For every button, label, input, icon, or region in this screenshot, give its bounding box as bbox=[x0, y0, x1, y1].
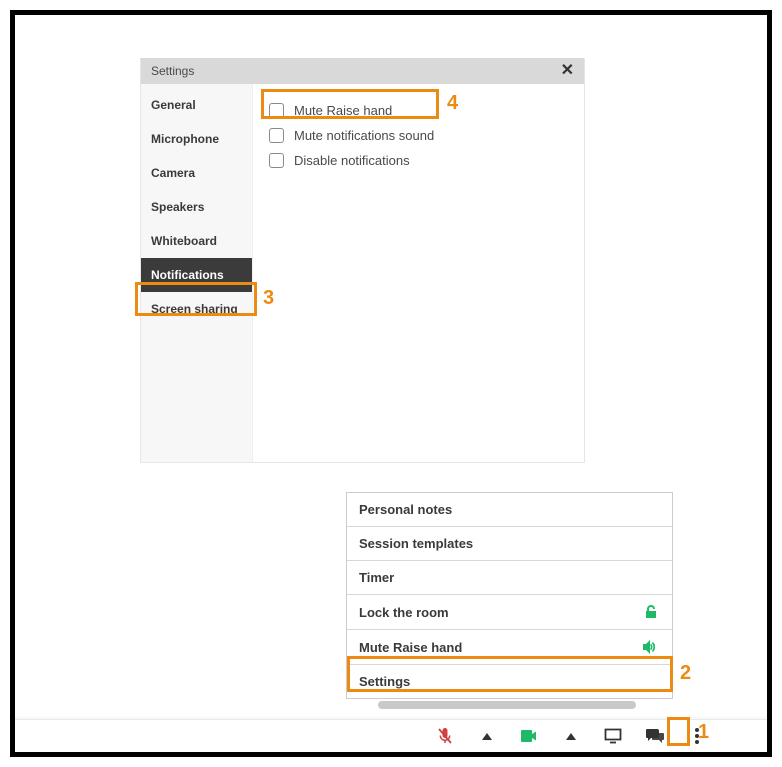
menu-item-personal-notes[interactable]: Personal notes bbox=[347, 493, 672, 527]
menu-item-timer[interactable]: Timer bbox=[347, 561, 672, 595]
settings-content: Mute Raise hand Mute notifications sound… bbox=[253, 84, 584, 462]
unlock-icon bbox=[642, 604, 660, 620]
menu-item-label: Settings bbox=[359, 674, 410, 689]
sidebar-item-camera[interactable]: Camera bbox=[141, 156, 252, 190]
bottom-toolbar bbox=[15, 719, 767, 752]
mic-muted-icon[interactable] bbox=[435, 726, 455, 746]
mic-caret-icon[interactable] bbox=[477, 726, 497, 746]
menu-item-lock-room[interactable]: Lock the room bbox=[347, 595, 672, 630]
more-icon[interactable] bbox=[687, 726, 707, 746]
chat-icon[interactable] bbox=[645, 726, 665, 746]
menu-item-mute-raise-hand[interactable]: Mute Raise hand bbox=[347, 630, 672, 665]
menu-item-session-templates[interactable]: Session templates bbox=[347, 527, 672, 561]
sidebar-item-speakers[interactable]: Speakers bbox=[141, 190, 252, 224]
option-disable-notifications[interactable]: Disable notifications bbox=[269, 148, 568, 173]
screenshot-frame: Settings ✕ General Microphone Camera Spe… bbox=[10, 10, 772, 757]
camera-icon[interactable] bbox=[519, 726, 539, 746]
menu-item-label: Session templates bbox=[359, 536, 473, 551]
more-menu: Personal notes Session templates Timer L… bbox=[346, 492, 673, 699]
menu-item-label: Lock the room bbox=[359, 605, 449, 620]
camera-caret-icon[interactable] bbox=[561, 726, 581, 746]
menu-item-label: Mute Raise hand bbox=[359, 640, 462, 655]
close-icon[interactable]: ✕ bbox=[561, 63, 574, 79]
option-label: Mute notifications sound bbox=[294, 128, 434, 143]
settings-titlebar: Settings ✕ bbox=[141, 58, 584, 84]
menu-item-settings[interactable]: Settings bbox=[347, 665, 672, 698]
settings-dialog: Settings ✕ General Microphone Camera Spe… bbox=[140, 58, 585, 463]
checkbox-icon[interactable] bbox=[269, 153, 284, 168]
volume-icon bbox=[642, 639, 660, 655]
horizontal-scrollbar[interactable] bbox=[378, 701, 636, 709]
option-label: Disable notifications bbox=[294, 153, 410, 168]
settings-title: Settings bbox=[151, 64, 194, 78]
option-label: Mute Raise hand bbox=[294, 103, 392, 118]
sidebar-item-notifications[interactable]: Notifications bbox=[141, 258, 252, 292]
settings-body: General Microphone Camera Speakers White… bbox=[141, 84, 584, 462]
menu-item-label: Personal notes bbox=[359, 502, 452, 517]
sidebar-item-whiteboard[interactable]: Whiteboard bbox=[141, 224, 252, 258]
callout-number-2: 2 bbox=[680, 662, 691, 685]
sidebar-item-general[interactable]: General bbox=[141, 88, 252, 122]
menu-item-label: Timer bbox=[359, 570, 394, 585]
sidebar-item-microphone[interactable]: Microphone bbox=[141, 122, 252, 156]
screen-icon[interactable] bbox=[603, 726, 623, 746]
option-mute-raise-hand[interactable]: Mute Raise hand bbox=[269, 98, 568, 123]
checkbox-icon[interactable] bbox=[269, 128, 284, 143]
sidebar-item-screensharing[interactable]: Screen sharing bbox=[141, 292, 252, 326]
option-mute-notifications-sound[interactable]: Mute notifications sound bbox=[269, 123, 568, 148]
settings-sidebar: General Microphone Camera Speakers White… bbox=[141, 84, 253, 462]
checkbox-icon[interactable] bbox=[269, 103, 284, 118]
